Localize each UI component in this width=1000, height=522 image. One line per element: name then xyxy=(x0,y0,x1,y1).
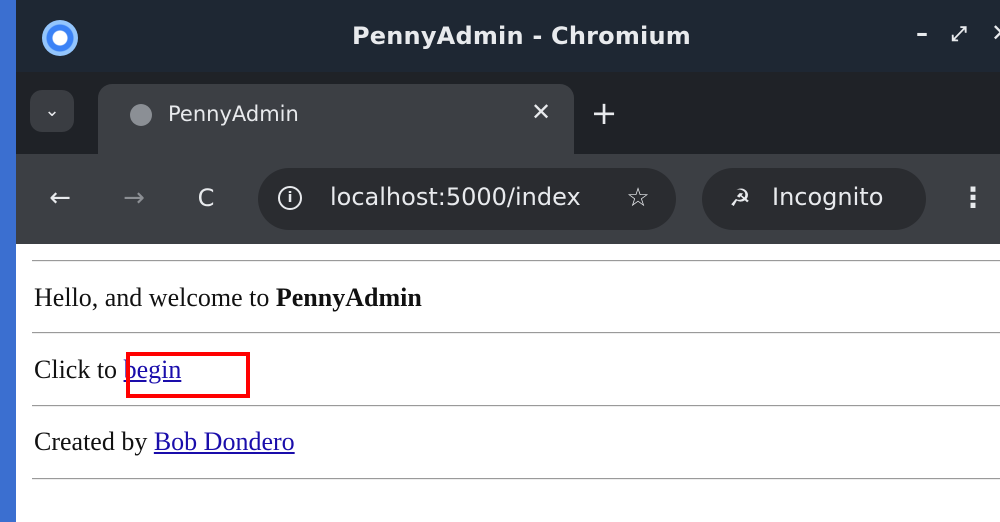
minimize-button[interactable]: – xyxy=(916,18,928,48)
divider xyxy=(32,478,1000,480)
highlight-box xyxy=(126,352,250,398)
tab-pennyadmin[interactable]: PennyAdmin ✕ xyxy=(98,84,574,154)
incognito-label: Incognito xyxy=(772,183,884,211)
title-bar: PennyAdmin - Chromium – ⤢ ✕ xyxy=(16,0,1000,72)
author-link[interactable]: Bob Dondero xyxy=(154,427,295,456)
page-content: Hello, and welcome to PennyAdmin Click t… xyxy=(16,244,1000,522)
forward-button[interactable]: → xyxy=(114,178,154,218)
incognito-icon: ☭ xyxy=(729,184,751,212)
divider xyxy=(32,405,1000,407)
tab-close-button[interactable]: ✕ xyxy=(526,96,556,128)
address-bar[interactable]: i localhost:5000/index ☆ xyxy=(258,168,676,230)
brand-name: PennyAdmin xyxy=(275,283,422,312)
click-text: Click to xyxy=(34,355,124,384)
credits-line: Created by Bob Dondero xyxy=(34,427,295,457)
browser-menu-button[interactable]: ⋮ xyxy=(958,178,988,218)
reload-button[interactable]: C xyxy=(186,178,226,218)
created-text: Created by xyxy=(34,427,154,456)
close-window-button[interactable]: ✕ xyxy=(991,18,1000,48)
divider xyxy=(32,260,1000,262)
bookmark-star-icon[interactable]: ☆ xyxy=(620,180,656,216)
back-button[interactable]: ← xyxy=(40,178,80,218)
info-icon[interactable]: i xyxy=(278,186,302,210)
welcome-line: Hello, and welcome to PennyAdmin xyxy=(34,283,422,313)
browser-toolbar: ← → C i localhost:5000/index ☆ ☭ Incogni… xyxy=(16,154,1000,244)
new-tab-button[interactable]: + xyxy=(586,96,622,132)
url-text[interactable]: localhost:5000/index xyxy=(330,183,581,211)
window-edge xyxy=(0,0,16,522)
tab-title: PennyAdmin xyxy=(168,102,299,126)
divider xyxy=(32,332,1000,334)
welcome-text: Hello, and welcome to xyxy=(34,283,276,312)
window-title: PennyAdmin - Chromium xyxy=(352,22,691,50)
globe-icon xyxy=(130,104,152,126)
maximize-button[interactable]: ⤢ xyxy=(951,18,967,48)
chromium-logo-icon xyxy=(42,20,78,56)
tab-search-button[interactable]: ⌄ xyxy=(30,90,74,132)
incognito-badge[interactable]: ☭ Incognito xyxy=(702,168,926,230)
tab-strip: ⌄ PennyAdmin ✕ + xyxy=(16,72,1000,154)
chevron-down-icon: ⌄ xyxy=(44,100,60,121)
